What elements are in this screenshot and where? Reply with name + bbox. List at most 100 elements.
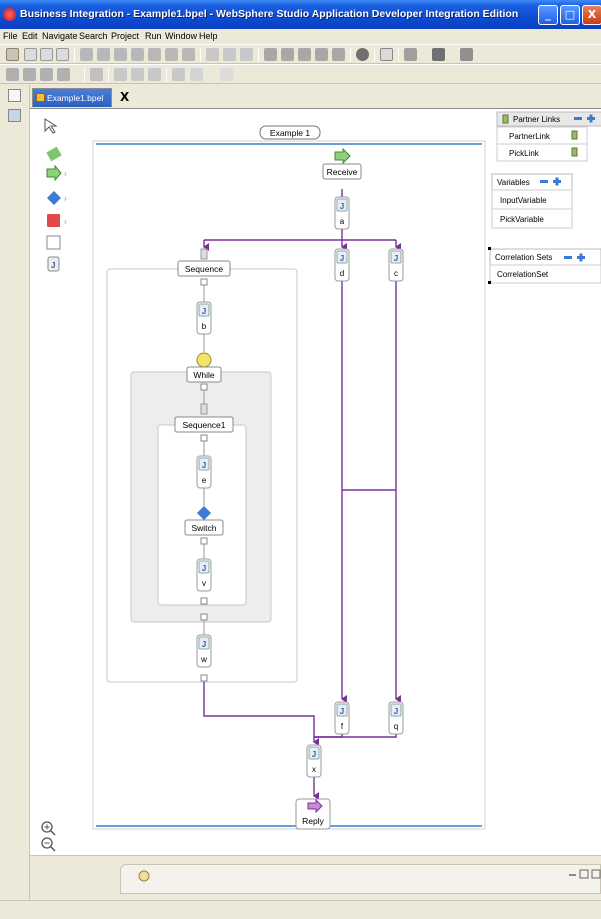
debug-icon[interactable] [404,48,417,61]
bpel-editor: › › › J Example 1 Receive J a J d J c Se… [30,108,601,855]
selection-tool-icon[interactable] [44,118,58,134]
snippet-e-label: e [202,476,207,485]
open-perspective-icon[interactable] [8,89,21,102]
reply-label: Reply [302,816,324,826]
action-icon[interactable] [114,48,127,61]
editor-tab-row: Example1.bpel X [30,88,601,108]
action-icon[interactable] [182,48,195,61]
svg-text:J: J [51,261,55,270]
save-icon[interactable] [24,48,37,61]
properties-icon[interactable] [137,869,151,883]
action-icon[interactable] [165,48,178,61]
snippet-c[interactable]: J c [388,248,404,282]
reply-activity[interactable]: Reply [295,798,331,830]
palette-receive-icon[interactable]: › [46,164,67,182]
action-icon[interactable] [223,48,236,61]
restore-view-icon[interactable] [591,869,601,879]
annotation-icon[interactable] [114,68,127,81]
menu-run[interactable]: Run [145,31,162,41]
menu-help[interactable]: Help [199,31,218,41]
document-icon[interactable] [380,48,393,61]
action-icon[interactable] [315,48,328,61]
secondary-toolbar [0,64,601,84]
snippet-c-label: c [394,269,398,278]
svg-text:J: J [340,202,344,211]
zoom-out-icon[interactable] [41,837,56,852]
back-arrow-icon[interactable] [190,68,203,81]
annotation-icon[interactable] [131,68,144,81]
action-icon[interactable] [206,48,219,61]
action-icon[interactable] [281,48,294,61]
new-icon[interactable] [6,48,19,61]
globe-icon[interactable] [356,48,369,61]
toolbar-separator [108,68,109,82]
toolbar-separator [74,48,75,62]
action-icon[interactable] [57,68,70,81]
action-icon[interactable] [240,48,253,61]
bottom-view-area [30,855,601,900]
menu-navigate[interactable]: Navigate [42,31,78,41]
history-icon[interactable] [172,68,185,81]
menu-search[interactable]: Search [79,31,108,41]
maximize-view-icon[interactable] [579,869,589,879]
snippet-a-label: a [340,217,345,226]
palette-java-snippet-icon[interactable]: J [47,256,60,272]
external-tools-icon[interactable] [460,48,473,61]
save-all-icon[interactable] [40,48,53,61]
variables-panel: Variables InputVariable PickVariable [491,173,573,229]
action-icon[interactable] [6,68,19,81]
snippet-b-label: b [202,322,207,331]
snippet-b[interactable]: J b [196,301,212,335]
svg-text:J: J [312,750,316,759]
svg-text:J: J [394,254,398,263]
annotation-icon[interactable] [148,68,161,81]
print-icon[interactable] [56,48,69,61]
action-icon[interactable] [298,48,311,61]
process-title: Example 1 [270,128,310,138]
run-icon[interactable] [432,48,445,61]
action-icon[interactable] [80,48,93,61]
palette-fault-icon[interactable]: › [47,214,67,227]
palette-empty-icon[interactable] [46,235,61,250]
menu-window[interactable]: Window [165,31,197,41]
action-icon[interactable] [97,48,110,61]
snippet-v[interactable]: J v [196,558,212,592]
snippet-a[interactable]: J a [334,196,350,230]
palette-assign-icon[interactable] [46,146,62,162]
action-icon[interactable] [148,48,161,61]
toolbar-separator [374,48,375,62]
palette-switch-icon[interactable]: › [47,191,67,205]
menu-edit[interactable]: Edit [22,31,38,41]
snippet-x[interactable]: J x [306,744,322,778]
tab-close-button[interactable]: X [120,90,129,104]
action-icon[interactable] [40,68,53,81]
snippet-q[interactable]: J q [388,701,404,735]
action-icon[interactable] [131,48,144,61]
pin-icon[interactable] [90,68,103,81]
collapse-icon[interactable] [540,180,548,183]
minimize-button[interactable]: _ [538,5,558,25]
zoom-in-icon[interactable] [41,821,56,836]
menu-file[interactable]: File [3,31,18,41]
snippet-w-label: w [200,655,207,664]
forward-arrow-icon[interactable] [220,68,233,81]
toolbar-separator [166,68,167,82]
maximize-button[interactable]: □ [560,5,580,25]
collapse-icon[interactable] [564,256,572,259]
snippet-f[interactable]: J f [334,701,350,735]
action-icon[interactable] [332,48,345,61]
collapse-icon[interactable] [574,117,582,120]
snippet-w[interactable]: J w [196,634,212,668]
snippet-e[interactable]: J e [196,455,212,489]
snippet-d[interactable]: J d [334,248,350,282]
close-button[interactable]: X [582,5,601,25]
title-bar: Business Integration - Example1.bpel - W… [0,0,601,29]
bpel-file-icon [36,93,45,102]
perspective-icon[interactable] [8,109,21,122]
correlation-sets-header: Correlation Sets [495,253,552,262]
menu-project[interactable]: Project [111,31,139,41]
toolbar-separator [84,68,85,82]
action-icon[interactable] [264,48,277,61]
tab-example1-bpel[interactable]: Example1.bpel [32,88,112,107]
action-icon[interactable] [23,68,36,81]
